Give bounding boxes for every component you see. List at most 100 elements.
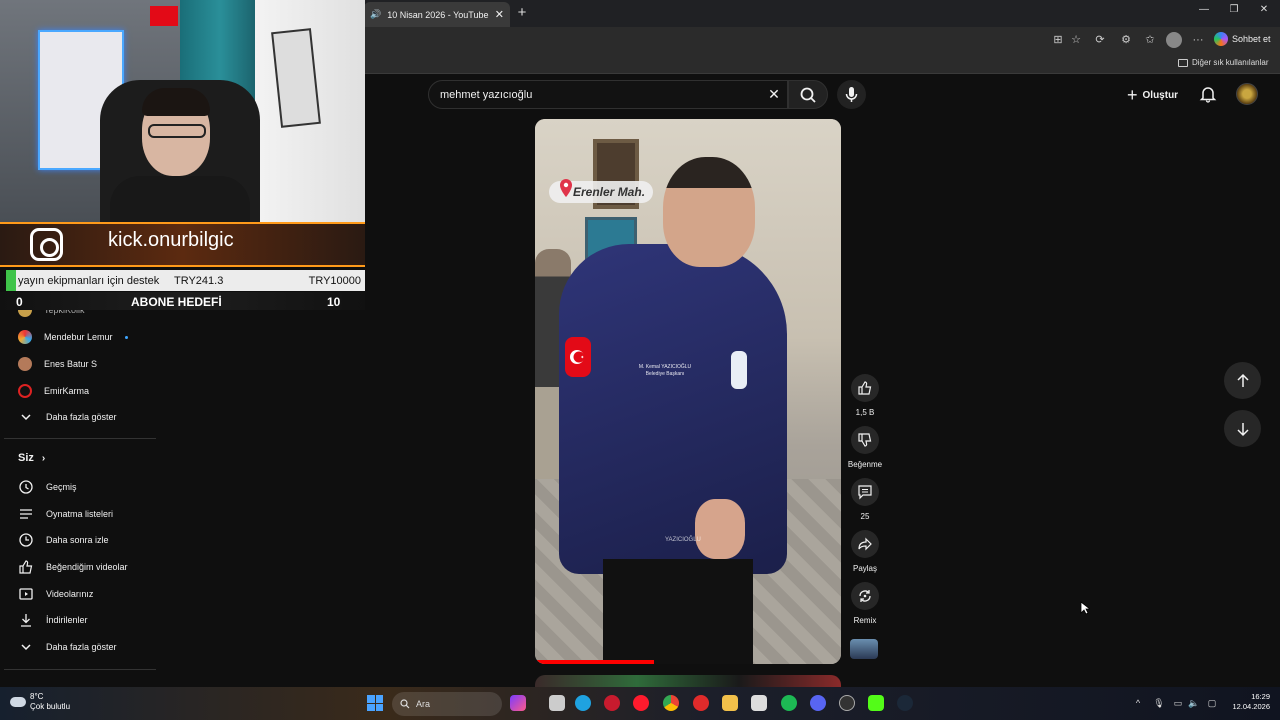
plus-icon: + <box>1127 85 1138 105</box>
tray-volume-icon[interactable]: 🔈 <box>1188 697 1200 709</box>
sidebar-item-label: Oynatma listeleri <box>46 509 114 519</box>
show-more-you[interactable]: Daha fazla göster <box>18 635 158 659</box>
edge-icon[interactable] <box>575 695 591 711</box>
liked-icon <box>18 559 34 575</box>
clock-date: 12.04.2026 <box>1232 702 1270 711</box>
turkish-flag-patch <box>565 337 591 377</box>
copilot-icon <box>1214 32 1228 46</box>
comment-icon <box>858 485 872 500</box>
tray-notification-icon[interactable]: ▢ <box>1206 697 1218 709</box>
channel-thumbnail[interactable] <box>850 639 878 659</box>
sidebar-item-liked-videos[interactable]: Beğendiğim videolar <box>18 555 158 579</box>
sidebar-item-label: İndirilenler <box>46 615 88 625</box>
game-app-icon[interactable] <box>510 695 526 711</box>
sidebar-divider <box>4 669 156 670</box>
instagram-icon <box>30 228 63 261</box>
voice-search-button[interactable] <box>837 80 866 109</box>
sidebar-item-playlists[interactable]: Oynatma listeleri <box>18 502 158 526</box>
webcam-flag <box>150 6 178 26</box>
location-tag-text: Erenler Mah. <box>573 185 646 199</box>
tray-overflow-icon[interactable]: ^ <box>1132 697 1144 709</box>
discord-icon[interactable] <box>810 695 826 711</box>
store-icon[interactable] <box>751 695 767 711</box>
speaker-icon: 🔊 <box>370 9 382 19</box>
sidebar-item-downloads[interactable]: İndirilenler <box>18 608 158 632</box>
clear-search-icon[interactable]: ✕ <box>767 86 781 102</box>
donation-current: TRY241.3 <box>174 274 224 287</box>
dislike-button[interactable] <box>851 426 879 454</box>
subscription-item[interactable]: EmirKarma <box>18 379 158 403</box>
show-more-subscriptions[interactable]: Daha fazla göster <box>18 405 158 429</box>
profile-icon[interactable] <box>1166 32 1182 48</box>
comments-button[interactable] <box>851 478 879 506</box>
kick-icon[interactable] <box>868 695 884 711</box>
tray-network-icon[interactable]: ▭ <box>1172 697 1184 709</box>
next-short-preview[interactable] <box>535 675 841 687</box>
like-icon <box>858 381 872 395</box>
favorite-star-icon[interactable]: ☆ <box>1068 32 1084 48</box>
yandex-icon[interactable] <box>693 695 709 711</box>
search-button[interactable] <box>788 80 828 109</box>
opera-icon[interactable] <box>633 695 649 711</box>
share-button[interactable] <box>851 530 879 558</box>
sidebar-item-label: Beğendiğim videolar <box>46 562 128 572</box>
share-icon <box>858 537 872 551</box>
steam-icon[interactable] <box>897 695 913 711</box>
subscription-name: Mendebur Lemur <box>44 332 113 342</box>
opera-gx-icon[interactable] <box>604 695 620 711</box>
browser-tab[interactable]: 🔊 10 Nisan 2026 - YouTube ✕ <box>364 2 510 27</box>
chrome-icon[interactable] <box>663 695 679 711</box>
municipality-logo-patch <box>731 351 747 389</box>
close-tab-icon[interactable]: ✕ <box>495 8 504 21</box>
subscription-item[interactable]: Mendebur Lemur <box>18 325 158 349</box>
taskbar-search[interactable]: Ara <box>392 692 502 716</box>
sidebar-item-watch-later[interactable]: Daha sonra izle <box>18 528 158 552</box>
notifications-bell-icon[interactable] <box>1199 85 1217 103</box>
show-more-label: Daha fazla göster <box>46 642 117 652</box>
subscription-item[interactable]: Enes Batur S <box>18 352 158 376</box>
refresh-extension-icon[interactable]: ⟳ <box>1092 32 1108 48</box>
webcam-hair <box>142 88 210 116</box>
favorites-icon[interactable]: ✩ <box>1142 32 1158 48</box>
video-progress-bar[interactable] <box>535 660 655 664</box>
subscriber-goal-widget: 0 ABONE HEDEFİ 10 <box>0 292 365 310</box>
create-button[interactable]: + Oluştur <box>1127 85 1178 105</box>
account-avatar[interactable] <box>1236 83 1258 105</box>
windows-start-icon[interactable] <box>367 695 383 711</box>
share-label: Paylaş <box>852 564 877 573</box>
sidebar-item-label: Geçmiş <box>46 482 77 492</box>
copilot-button[interactable]: Sohbet et <box>1214 32 1271 46</box>
weather-widget[interactable]: 8°C Çok bulutlu <box>10 692 70 712</box>
search-query: mehmet yazıcıoğlu <box>440 88 533 101</box>
stream-channel-text: kick.onurbilgic <box>108 229 234 251</box>
remix-icon <box>859 590 871 602</box>
folder-icon <box>1178 58 1188 67</box>
remix-button[interactable] <box>851 582 879 610</box>
next-short-button[interactable] <box>1224 410 1261 447</box>
location-pin-icon <box>560 179 572 197</box>
previous-short-button[interactable] <box>1224 362 1261 399</box>
sub-goal-current: 0 <box>16 295 23 309</box>
task-view-icon[interactable] <box>549 695 565 711</box>
you-section-heading[interactable]: Siz › <box>18 452 45 464</box>
shorts-video-player[interactable]: M. Kemal YAZICIOĞLU Belediye Başkanı YAZ… <box>535 119 841 664</box>
tray-mic-icon[interactable]: 🎙 <box>1153 697 1165 709</box>
like-button[interactable] <box>851 374 879 402</box>
more-options-icon[interactable]: ··· <box>1190 32 1206 48</box>
taskbar-clock[interactable]: 16:29 12.04.2026 <box>1224 692 1270 712</box>
obs-icon[interactable] <box>839 695 855 711</box>
search-input[interactable]: mehmet yazıcıoğlu <box>428 80 788 109</box>
sub-goal-target: 10 <box>327 295 341 309</box>
other-bookmarks[interactable]: Diğer sık kullanılanlar <box>1178 58 1268 67</box>
new-tab-icon[interactable]: + <box>514 5 530 21</box>
restore-icon[interactable]: ❐ <box>1224 4 1244 15</box>
sidebar-item-history[interactable]: Geçmiş <box>18 475 158 499</box>
minimize-icon[interactable]: — <box>1194 4 1214 15</box>
webcam-shirt <box>110 176 250 222</box>
extensions-icon[interactable]: ⚙ <box>1118 32 1134 48</box>
sidebar-item-your-videos[interactable]: Videolarınız <box>18 582 158 606</box>
spotify-icon[interactable] <box>781 695 797 711</box>
close-window-icon[interactable]: ✕ <box>1254 4 1274 15</box>
app-available-icon[interactable]: ⊞ <box>1050 32 1066 48</box>
file-explorer-icon[interactable] <box>722 695 738 711</box>
